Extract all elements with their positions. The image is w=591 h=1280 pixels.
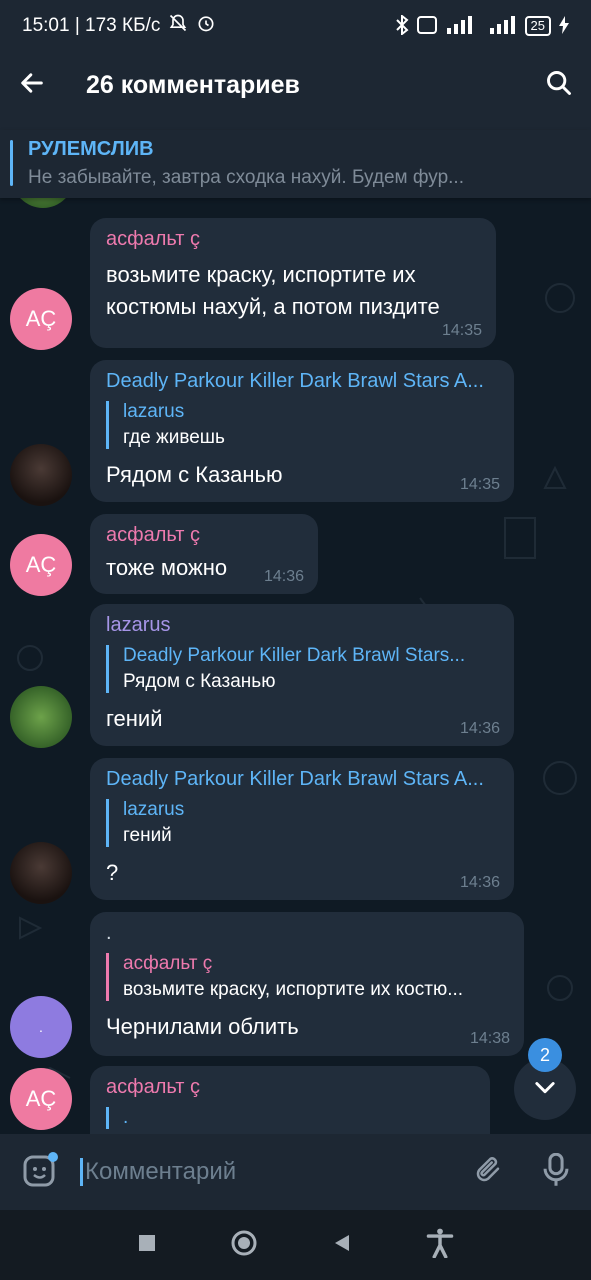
avatar[interactable]: . — [10, 996, 72, 1058]
quote-name: Deadly Parkour Killer Dark Brawl Stars..… — [123, 645, 466, 666]
message-bubble[interactable]: . асфальт ç возьмите краску, испортите и… — [90, 912, 524, 1056]
message-sender[interactable]: lazarus — [106, 614, 498, 637]
message-sender[interactable]: асфальт ç — [106, 1076, 474, 1099]
avatar[interactable] — [10, 686, 72, 748]
comment-input[interactable]: Комментарий — [80, 1158, 236, 1186]
message-time: 14:35 — [459, 476, 500, 493]
message-time: 14:38 — [469, 1030, 510, 1047]
charging-icon — [559, 15, 569, 37]
quote-name: lazarus — [123, 401, 185, 422]
home-circle-icon[interactable] — [230, 1229, 258, 1262]
message-sender[interactable]: . — [106, 922, 508, 945]
signal-icon — [445, 15, 481, 37]
reply-quote[interactable]: lazarus гений — [106, 799, 498, 847]
message-bubble[interactable]: Deadly Parkour Killer Dark Brawl Stars A… — [90, 758, 514, 900]
bluetooth-icon — [395, 13, 409, 38]
back-arrow-icon[interactable] — [18, 69, 46, 102]
composer: Комментарий — [0, 1134, 591, 1210]
message-time: 14:36 — [459, 874, 500, 891]
message-sender[interactable]: Deadly Parkour Killer Dark Brawl Stars A… — [106, 370, 498, 393]
app-bar: 26 комментариев — [0, 52, 591, 118]
message-bubble[interactable]: асфальт ç возьмите краску, испортите их … — [90, 218, 496, 348]
accessibility-icon[interactable] — [426, 1228, 454, 1263]
volte-icon — [416, 15, 437, 37]
message-text: гений — [106, 706, 163, 731]
message-text: Рядом с Казанью — [106, 462, 283, 487]
pinned-name: РУЛЕМСЛИВ — [28, 138, 154, 160]
avatar[interactable]: AÇ — [10, 1068, 72, 1130]
reply-quote[interactable]: асфальт ç возьмите краску, испортите их … — [106, 953, 508, 1001]
bell-off-icon — [168, 13, 188, 39]
status-time-speed: 15:01 | 173 КБ/с — [22, 15, 161, 36]
message-bubble[interactable]: Deadly Parkour Killer Dark Brawl Stars A… — [90, 360, 514, 502]
avatar[interactable]: AÇ — [10, 534, 72, 596]
emoji-sticker-icon[interactable] — [22, 1151, 58, 1193]
attach-icon[interactable] — [473, 1154, 503, 1191]
recents-square-icon[interactable] — [137, 1233, 157, 1258]
pinned-message[interactable]: РУЛЕМСЛИВ Не забывайте, завтра сходка на… — [0, 130, 591, 198]
avatar[interactable]: AÇ — [10, 288, 72, 350]
quote-text: Рядом с Казанью — [123, 671, 276, 692]
quote-name: lazarus — [123, 799, 185, 820]
message-sender[interactable]: асфальт ç — [106, 228, 480, 251]
reply-quote[interactable]: lazarus где живешь — [106, 401, 498, 449]
avatar[interactable] — [10, 444, 72, 506]
message-bubble[interactable]: асфальт ç . — [90, 1066, 490, 1134]
message-time: 14:36 — [459, 720, 500, 737]
reply-quote[interactable]: . — [106, 1107, 474, 1129]
system-nav-bar — [0, 1210, 591, 1280]
alarm-icon — [196, 13, 216, 39]
message-time: 14:35 — [441, 322, 482, 339]
unread-count-badge: 2 — [528, 1038, 562, 1072]
chevron-down-icon — [531, 1073, 559, 1106]
signal-icon-2 — [489, 15, 517, 37]
pinned-text: Не забывайте, завтра сходка нахуй. Будем… — [28, 167, 464, 188]
microphone-icon[interactable] — [543, 1152, 569, 1192]
quote-text: гений — [123, 825, 172, 846]
chat-area[interactable]: AÇ асфальт ç возьмите краску, испортите … — [0, 198, 591, 1134]
status-bar: 15:01 | 173 КБ/с 25 — [0, 0, 591, 52]
message-sender[interactable]: Deadly Parkour Killer Dark Brawl Stars A… — [106, 768, 498, 791]
message-time: 14:36 — [263, 568, 304, 585]
quote-text: где живешь — [123, 427, 225, 448]
back-triangle-icon[interactable] — [331, 1232, 353, 1259]
message-bubble[interactable]: асфальт ç тоже можно 14:36 — [90, 514, 318, 594]
message-text: возьмите краску, испортите их костюмы на… — [106, 262, 440, 319]
pinned-bar — [10, 140, 13, 186]
page-title: 26 комментариев — [86, 70, 300, 99]
message-text: Чернилами облить — [106, 1014, 299, 1039]
quote-name: . — [123, 1107, 129, 1128]
avatar[interactable] — [10, 842, 72, 904]
message-bubble[interactable]: lazarus Deadly Parkour Killer Dark Brawl… — [90, 604, 514, 746]
message-text: ? — [106, 860, 119, 885]
battery-indicator: 25 — [524, 16, 551, 36]
quote-text: возьмите краску, испортите их костю... — [123, 979, 464, 1000]
quote-name: асфальт ç — [123, 953, 213, 974]
search-icon[interactable] — [545, 69, 573, 102]
reply-quote[interactable]: Deadly Parkour Killer Dark Brawl Stars..… — [106, 645, 498, 693]
message-sender[interactable]: асфальт ç — [106, 524, 302, 547]
